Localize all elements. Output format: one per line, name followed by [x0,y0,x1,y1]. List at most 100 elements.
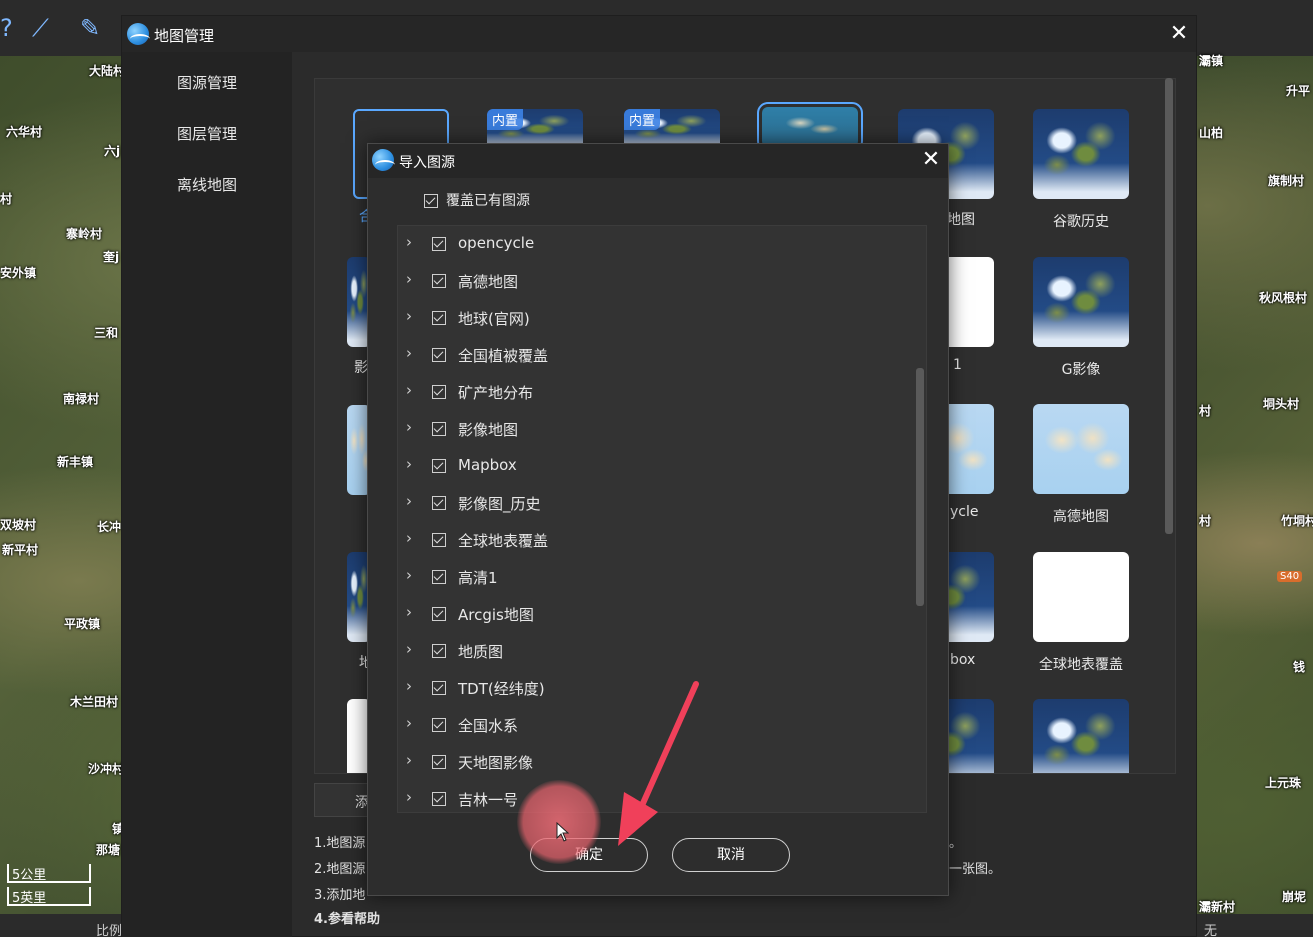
source-card[interactable]: G影像 [1025,257,1137,379]
place-label: 村 [0,192,13,206]
source-card[interactable]: 高德地图 [1025,404,1137,526]
checkbox-checked-icon[interactable] [432,311,446,325]
chevron-right-icon[interactable]: › [406,529,412,547]
checkbox-checked-icon[interactable] [432,385,446,399]
card-label: ycle [950,504,979,520]
map-manager-titlebar[interactable]: 地图管理 ✕ [122,16,1196,52]
lasso-tool-icon[interactable]: ? [0,14,26,44]
checkbox-checked-icon[interactable] [432,755,446,769]
chevron-right-icon[interactable]: › [406,492,412,510]
chevron-right-icon[interactable]: › [406,677,412,695]
annotation-arrow-icon [618,681,699,846]
nav-item-layer[interactable]: 图层管理 [177,123,237,144]
override-existing-checkbox[interactable]: 覆盖已有图源 [424,190,530,210]
place-label: 竹垌村 [1281,514,1313,528]
close-icon[interactable]: ✕ [1168,23,1190,45]
chevron-right-icon[interactable]: › [406,344,412,362]
source-card[interactable]: 全球地表覆盖 [1025,552,1137,674]
line-tool-icon[interactable]: ⟋ [32,14,58,44]
chevron-right-icon[interactable]: › [406,381,412,399]
place-label: 那塘 [96,843,121,857]
chevron-right-icon[interactable]: › [406,307,412,325]
place-label: 旗制村 [1268,174,1305,188]
place-label: 寨岭村 [66,227,103,241]
card-label: 高德地图 [1053,509,1109,525]
checkbox-checked-icon[interactable] [432,718,446,732]
list-item[interactable]: › opencycle [398,226,908,263]
list-item[interactable]: › 高德地图 [398,263,908,300]
card-label: 1 [953,357,962,373]
place-label: 秋风根村 [1259,291,1308,305]
list-item[interactable]: › 影像地图 [398,411,908,448]
chevron-right-icon[interactable]: › [406,455,412,473]
source-card-selected[interactable] [754,102,866,152]
list-scrollbar[interactable] [916,368,924,606]
left-nav: 图源管理 图层管理 离线地图 [122,52,292,937]
checkbox-checked-icon[interactable] [432,533,446,547]
chevron-right-icon[interactable]: › [406,270,412,288]
place-label: 上元珠 [1265,776,1302,790]
import-title: 导入图源 [399,155,455,171]
checkbox-checked-icon[interactable] [432,681,446,695]
chevron-right-icon[interactable]: › [406,233,412,251]
mouse-pointer-icon [556,822,570,842]
chevron-right-icon[interactable]: › [406,418,412,436]
close-icon[interactable]: ✕ [920,149,942,171]
list-item[interactable]: › 矿产地分布 [398,374,908,411]
checkbox-checked-icon[interactable] [432,792,446,806]
checkbox-checked-icon[interactable] [432,348,446,362]
place-label: 垌头村 [1263,397,1300,411]
status-scale-label: 比例 [96,924,123,937]
source-card[interactable]: 谷歌历史 [1025,109,1137,231]
nav-item-source[interactable]: 图源管理 [177,72,237,93]
checkbox-checked-icon[interactable] [432,422,446,436]
chevron-right-icon[interactable]: › [406,751,412,769]
checkbox-checked-icon[interactable] [432,237,446,251]
chevron-right-icon[interactable]: › [406,640,412,658]
chevron-right-icon[interactable]: › [406,788,412,806]
add-source-button[interactable]: 添 [314,783,374,817]
place-label: 奎j [103,250,120,264]
chevron-right-icon[interactable]: › [406,566,412,584]
list-item[interactable]: › Arcgis地图 [398,596,908,633]
list-item[interactable]: › 高清1 [398,559,908,596]
place-label: 新丰镇 [57,455,94,469]
scale-mi: 5英里 [4,887,122,907]
place-label: 钱 [1293,660,1306,674]
checkbox-checked-icon[interactable] [432,459,446,473]
checkbox-checked-icon[interactable] [424,194,438,208]
nav-item-offline[interactable]: 离线地图 [177,174,237,195]
checkbox-checked-icon[interactable] [432,274,446,288]
place-label: 村 [1199,404,1212,418]
list-item[interactable]: › 全球地表覆盖 [398,522,908,559]
place-label: 村 [1199,514,1212,528]
help-line: 2.地图源 [314,862,366,877]
place-label: 崩坭 [1282,890,1307,904]
checkbox-checked-icon[interactable] [432,644,446,658]
road-sign: S40 [1277,571,1303,582]
place-label: 灞镇 [1199,54,1224,68]
chevron-right-icon[interactable]: › [406,714,412,732]
help-link[interactable]: 4.参看帮助 [314,908,380,927]
draw-tool-icon[interactable]: ✎ [80,14,106,44]
place-label: 三和 [94,326,119,340]
dialog-title: 地图管理 [154,27,215,45]
checkbox-checked-icon[interactable] [432,570,446,584]
card-label: 影 [354,360,368,376]
checkbox-checked-icon[interactable] [432,607,446,621]
list-item[interactable]: › 地球(官网) [398,300,908,337]
list-item[interactable]: › 影像图_历史 [398,485,908,522]
help-line-tail: 。 [949,836,963,851]
list-item[interactable]: › Mapbox [398,448,908,485]
place-label: 平政镇 [64,617,101,631]
place-label: 沙冲村 [88,762,125,776]
list-item[interactable]: › 地质图 [398,633,908,670]
chevron-right-icon[interactable]: › [406,603,412,621]
help-line: 3.添加地 [314,888,366,903]
place-label: 六j [104,144,121,158]
list-item[interactable]: › 全国植被覆盖 [398,337,908,374]
import-titlebar[interactable]: 导入图源 ✕ [368,144,948,178]
source-card[interactable] [1025,699,1137,773]
grid-scrollbar[interactable] [1165,78,1173,534]
checkbox-checked-icon[interactable] [432,496,446,510]
